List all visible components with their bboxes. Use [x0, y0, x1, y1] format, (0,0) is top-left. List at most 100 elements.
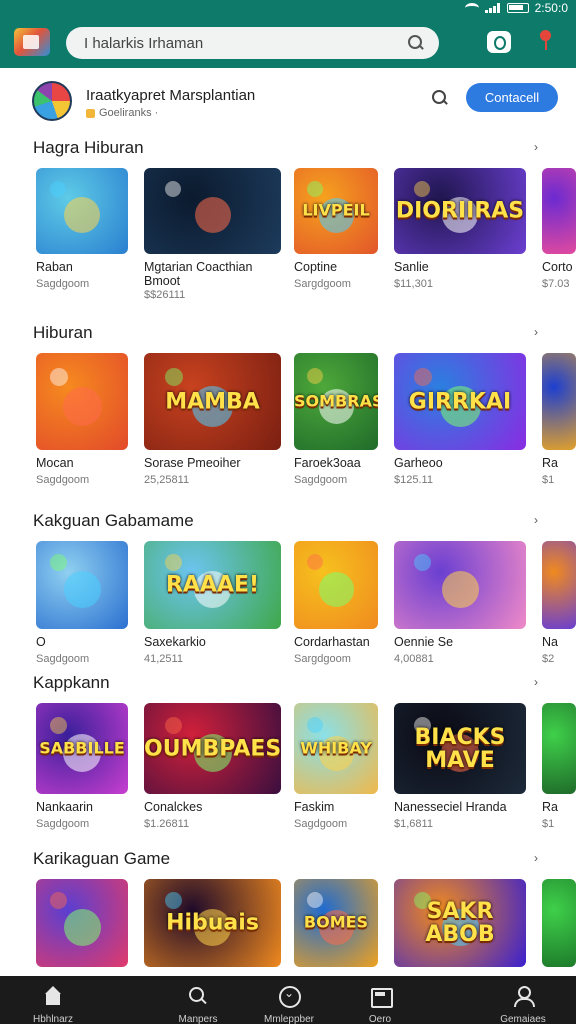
game-price: Sagdgoom	[294, 818, 348, 830]
developer-header: Iraatkyapret Marsplantian Goeliranks · C…	[0, 68, 576, 130]
rocket-art-icon[interactable]	[36, 879, 128, 967]
search-bar[interactable]: I halarkis Irhaman	[66, 27, 439, 59]
developer-name: Iraatkyapret Marsplantian	[86, 87, 256, 104]
game-title: Faskim	[294, 800, 335, 814]
cube-art-icon[interactable]: LIVPEIL	[294, 168, 378, 254]
search-icon[interactable]	[407, 34, 425, 52]
game-art-icon[interactable]	[542, 703, 576, 794]
sparkle-art	[414, 181, 430, 197]
game-price: $1	[542, 818, 555, 830]
sparkle-art	[414, 368, 432, 386]
search-icon[interactable]	[431, 89, 449, 107]
robot-art-icon[interactable]	[36, 168, 128, 254]
contact-button[interactable]: Contacell	[466, 83, 558, 112]
runner-art-icon[interactable]: RAAAE!	[144, 541, 281, 629]
app-screen: 2:50:0 I halarkis Irhaman Iraatkyapret M…	[0, 0, 576, 1024]
game-card[interactable]: Raban Sagdgoom	[36, 168, 128, 314]
game-price: $1,6811	[394, 818, 433, 830]
game-art-icon[interactable]	[542, 353, 576, 450]
game-art-title: SOMBRAS	[294, 391, 378, 411]
game-card[interactable]: WHIBAY Faskim Sagdgoom	[294, 703, 378, 854]
gamepad-art-icon[interactable]	[144, 168, 281, 254]
controller-art-icon[interactable]: BOMES	[294, 879, 378, 967]
game-card[interactable]: LIVPEIL Coptine Sargdgoom	[294, 168, 378, 314]
game-art-title: BIACKS MAVE	[414, 724, 506, 773]
game-card[interactable]: Mocan Sagdgoom	[36, 353, 128, 510]
hero-art-icon[interactable]	[36, 353, 128, 450]
developer-avatar[interactable]	[32, 81, 72, 121]
see-more-icon[interactable]: ›	[534, 325, 538, 339]
game-card[interactable]: GIRRKAI Garheoo $125.11	[394, 353, 526, 510]
see-more-icon[interactable]: ›	[534, 140, 538, 154]
game-art-icon[interactable]	[542, 541, 576, 629]
search-icon	[188, 986, 208, 1006]
game-art-title: GIRRKAI	[408, 388, 512, 414]
account-icon[interactable]	[487, 31, 511, 53]
controller-art-icon[interactable]: WHIBAY	[294, 703, 378, 794]
game-card[interactable]: BIACKS MAVE Nanesseciel Hranda $1,6811	[394, 703, 526, 854]
game-art-icon[interactable]	[542, 879, 576, 967]
game-card[interactable]: Na $2	[542, 541, 576, 689]
treasure-art-icon[interactable]: GIRRKAI	[394, 353, 526, 450]
dice-art-icon[interactable]: SABBILLE	[36, 703, 128, 794]
blob-art-icon[interactable]: BIACKS MAVE	[394, 703, 526, 794]
character-art	[64, 197, 100, 233]
nav-item-explore[interactable]: Mmleppber	[244, 976, 334, 1024]
game-section: Kakguan Gabamame › O Sagdgoom RAAAE! Saxekark…	[0, 511, 576, 691]
zombie-art-icon[interactable]: SOMBRAS	[294, 353, 378, 450]
game-price: $125.11	[394, 474, 433, 486]
search-input[interactable]: I halarkis Irhaman	[84, 35, 407, 52]
car-art-icon[interactable]	[36, 541, 128, 629]
wizard-art-icon[interactable]: SAKR ABOB	[394, 879, 526, 967]
see-more-icon[interactable]: ›	[534, 513, 538, 527]
game-card[interactable]: Ra $1	[542, 703, 576, 854]
nav-item-search[interactable]: Manpers	[153, 976, 243, 1024]
section-title: Karikaguan Game	[33, 849, 171, 868]
game-price: Sagdgoom	[36, 474, 90, 486]
game-price: 4,00881	[394, 653, 434, 665]
game-card[interactable]: Oennie Se 4,00881	[394, 541, 526, 689]
game-art-title: SAKR ABOB	[425, 898, 495, 947]
party-art-icon[interactable]	[394, 541, 526, 629]
developer-subtitle: Goeliranks ·	[86, 107, 158, 119]
game-card[interactable]: SOMBRAS Faroek3oaa Sagdgoom	[294, 353, 378, 510]
game-title: Na	[542, 635, 558, 649]
sparkle-art	[307, 181, 323, 197]
nav-item-home[interactable]: Hbhlnarz	[8, 976, 98, 1024]
location-pin-icon[interactable]	[539, 30, 553, 52]
game-card[interactable]: Mgtarian Coacthian Bmoot $$26111	[144, 168, 281, 314]
game-card[interactable]: Cordarhastan Sargdgoom	[294, 541, 378, 689]
app-logo-icon[interactable]	[14, 28, 50, 56]
sparkle-art	[50, 892, 67, 909]
game-title: Garheoo	[394, 456, 443, 470]
game-art-title: BOMES	[303, 912, 369, 932]
game-card[interactable]: DIORIIRAS Sanlie $11,301	[394, 168, 526, 314]
game-price: Sargdgoom	[294, 653, 351, 665]
game-card[interactable]: RAAAE! Saxekarkio 41,2511	[144, 541, 281, 689]
nav-item-store[interactable]: Oero	[335, 976, 425, 1024]
game-card[interactable]: O Sagdgoom	[36, 541, 128, 689]
gamepad-art-icon[interactable]: Hibuais	[144, 879, 281, 967]
gem-art-icon[interactable]	[542, 168, 576, 254]
game-art-title: Hibuais	[166, 910, 259, 936]
soldier-art-icon[interactable]: OUMBPAES	[144, 703, 281, 794]
game-card[interactable]: MAMBA Sorase Pmeoiher 25,25811	[144, 353, 281, 510]
section-title: Kappkann	[33, 673, 110, 692]
game-card[interactable]: Ra $1	[542, 353, 576, 510]
bomb-art-icon[interactable]	[294, 541, 378, 629]
emblem-art-icon[interactable]: DIORIIRAS	[394, 168, 526, 254]
nav-item-profile[interactable]: Gemaiaes	[478, 976, 568, 1024]
game-price: $1.26811	[144, 818, 190, 830]
character-art	[442, 571, 479, 608]
game-section: Karikaguan Game › Hibuais BOMES SAKR ABOB	[0, 849, 576, 976]
game-card[interactable]: SABBILLE Nankaarin Sagdgoom	[36, 703, 128, 854]
game-card[interactable]: Corto $7.03	[542, 168, 576, 314]
see-more-icon[interactable]: ›	[534, 675, 538, 689]
see-more-icon[interactable]: ›	[534, 851, 538, 865]
game-price: $1	[542, 474, 555, 486]
monkey-art-icon[interactable]: MAMBA	[144, 353, 281, 450]
game-card[interactable]: OUMBPAES Conalckes $1.26811	[144, 703, 281, 854]
sparkle-art	[307, 554, 323, 570]
signal-icon	[484, 3, 501, 13]
game-title: Mgtarian Coacthian Bmoot	[144, 260, 253, 289]
